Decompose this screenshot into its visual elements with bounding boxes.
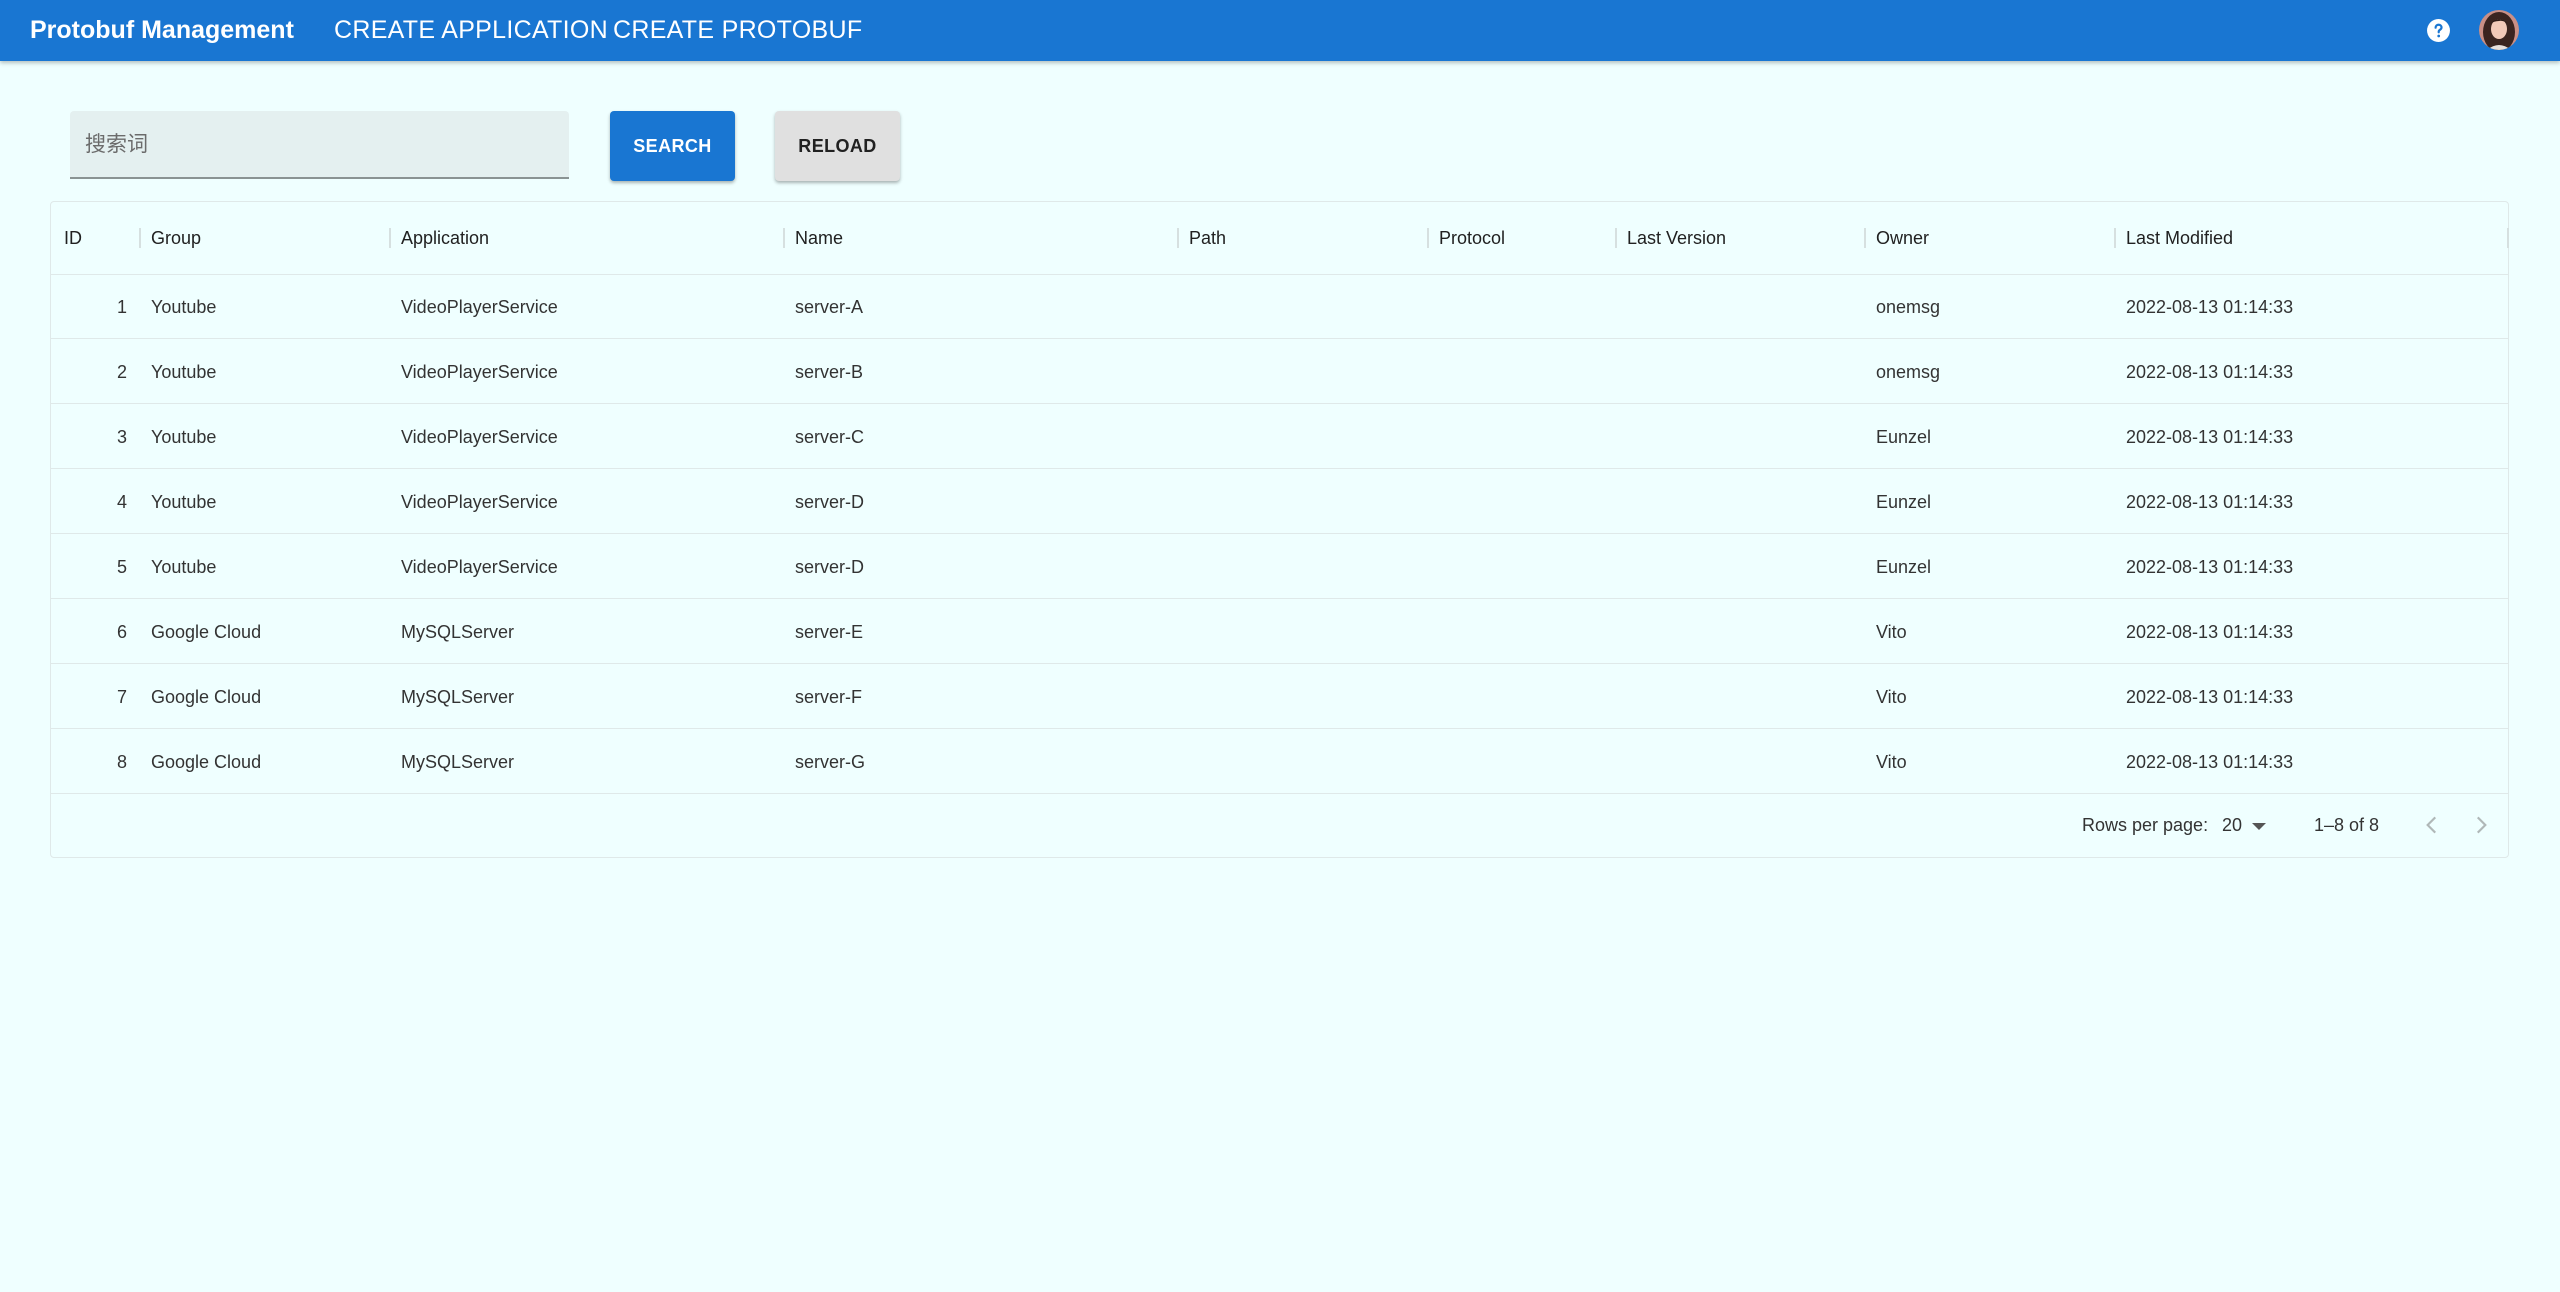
cell-last-modified: 2022-08-13 01:14:33	[2126, 362, 2294, 382]
column-header-protocol[interactable]: Protocol	[1439, 202, 1505, 274]
cell-owner: onemsg	[1876, 362, 1941, 382]
table-row[interactable]: 7 Google Cloud MySQLServer server-F Vito…	[51, 665, 2508, 729]
cell-id: 1	[116, 297, 127, 317]
column-header-name[interactable]: Name	[795, 202, 843, 274]
cell-name: server-D	[795, 492, 865, 512]
table-row[interactable]: 6 Google Cloud MySQLServer server-E Vito…	[51, 600, 2508, 664]
cell-owner: Vito	[1876, 687, 1907, 707]
column-header-owner[interactable]: Owner	[1876, 202, 1929, 274]
cell-application: VideoPlayerService	[401, 492, 558, 512]
cell-owner: Eunzel	[1876, 492, 1932, 512]
cell-owner: onemsg	[1876, 297, 1941, 317]
cell-application: VideoPlayerService	[401, 297, 558, 317]
cell-group: Google Cloud	[151, 752, 262, 772]
cell-last-modified: 2022-08-13 01:14:33	[2126, 687, 2294, 707]
cell-name: server-C	[795, 427, 865, 447]
rows-per-page-label: Rows per page:	[2082, 815, 2209, 835]
cell-application: MySQLServer	[401, 622, 515, 642]
help-circle-icon[interactable]	[2426, 18, 2451, 43]
create-protobuf-button[interactable]: CREATE PROTOBUF	[613, 0, 862, 61]
cell-owner: Eunzel	[1876, 557, 1932, 577]
cell-last-modified: 2022-08-13 01:14:33	[2126, 557, 2294, 577]
cell-last-modified: 2022-08-13 01:14:33	[2126, 297, 2294, 317]
cell-group: Youtube	[151, 362, 217, 382]
cell-name: server-B	[795, 362, 864, 382]
cell-application: VideoPlayerService	[401, 362, 558, 382]
cell-last-modified: 2022-08-13 01:14:33	[2126, 427, 2294, 447]
column-header-path[interactable]: Path	[1189, 202, 1226, 274]
cell-owner: Eunzel	[1876, 427, 1932, 447]
column-separator[interactable]	[2507, 228, 2509, 248]
pagination-range: 1–8 of 8	[2314, 815, 2380, 835]
column-separator[interactable]	[1615, 228, 1617, 248]
column-separator[interactable]	[783, 228, 785, 248]
app-title: Protobuf Management	[30, 16, 294, 44]
search-input[interactable]	[70, 111, 569, 177]
table-row[interactable]: 4 Youtube VideoPlayerService server-D Eu…	[51, 470, 2508, 534]
cell-last-modified: 2022-08-13 01:14:33	[2126, 492, 2294, 512]
rows-per-page-value: 20	[2222, 815, 2243, 835]
cell-application: VideoPlayerService	[401, 427, 558, 447]
rows-per-page-select[interactable]: 20	[2222, 792, 2267, 858]
data-grid: ID Group Application Name Path Protocol …	[50, 201, 2509, 858]
chevron-right-icon[interactable]	[2468, 812, 2494, 838]
cell-group: Google Cloud	[151, 687, 262, 707]
column-header-last-version[interactable]: Last Version	[1627, 202, 1726, 274]
column-separator[interactable]	[1177, 228, 1179, 248]
cell-id: 6	[116, 622, 127, 642]
table-row[interactable]: 5 Youtube VideoPlayerService server-D Eu…	[51, 535, 2508, 599]
avatar[interactable]	[2479, 10, 2519, 50]
cell-group: Google Cloud	[151, 622, 262, 642]
table-row[interactable]: 1 Youtube VideoPlayerService server-A on…	[51, 275, 2508, 339]
chevron-left-icon[interactable]	[2419, 812, 2445, 838]
create-application-button[interactable]: CREATE APPLICATION	[334, 0, 608, 61]
table-row[interactable]: 3 Youtube VideoPlayerService server-C Eu…	[51, 405, 2508, 469]
cell-application: MySQLServer	[401, 687, 515, 707]
cell-last-modified: 2022-08-13 01:14:33	[2126, 622, 2294, 642]
column-header-last-modified[interactable]: Last Modified	[2126, 202, 2233, 274]
cell-application: VideoPlayerService	[401, 557, 558, 577]
column-separator[interactable]	[389, 228, 391, 248]
cell-name: server-G	[795, 752, 866, 772]
cell-id: 5	[116, 557, 127, 577]
cell-group: Youtube	[151, 427, 217, 447]
search-button[interactable]: SEARCH	[610, 111, 735, 181]
column-separator[interactable]	[2114, 228, 2116, 248]
cell-group: Youtube	[151, 492, 217, 512]
grid-footer: Rows per page: 20 1–8 of 8	[51, 792, 2508, 858]
cell-name: server-D	[795, 557, 865, 577]
cell-id: 4	[116, 492, 127, 512]
cell-owner: Vito	[1876, 752, 1907, 772]
cell-owner: Vito	[1876, 622, 1907, 642]
column-header-id[interactable]: ID	[64, 202, 82, 274]
cell-last-modified: 2022-08-13 01:14:33	[2126, 752, 2294, 772]
column-separator[interactable]	[139, 228, 141, 248]
column-separator[interactable]	[1864, 228, 1866, 248]
column-header-application[interactable]: Application	[401, 202, 489, 274]
dropdown-arrow-icon	[2252, 822, 2267, 830]
cell-id: 7	[116, 687, 127, 707]
table-row[interactable]: 2 Youtube VideoPlayerService server-B on…	[51, 340, 2508, 404]
cell-group: Youtube	[151, 557, 217, 577]
column-separator[interactable]	[1427, 228, 1429, 248]
cell-name: server-A	[795, 297, 864, 317]
cell-group: Youtube	[151, 297, 217, 317]
cell-id: 8	[116, 752, 127, 772]
reload-button[interactable]: RELOAD	[775, 111, 900, 181]
cell-name: server-F	[795, 687, 862, 707]
cell-id: 2	[116, 362, 127, 382]
cell-name: server-E	[795, 622, 864, 642]
column-header-group[interactable]: Group	[151, 202, 201, 274]
cell-application: MySQLServer	[401, 752, 515, 772]
app-bar: Protobuf Management CREATE APPLICATION C…	[0, 0, 2560, 61]
search-field[interactable]	[70, 111, 569, 179]
table-row[interactable]: 8 Google Cloud MySQLServer server-G Vito…	[51, 730, 2508, 794]
grid-header: ID Group Application Name Path Protocol …	[51, 202, 2509, 275]
cell-id: 3	[116, 427, 127, 447]
